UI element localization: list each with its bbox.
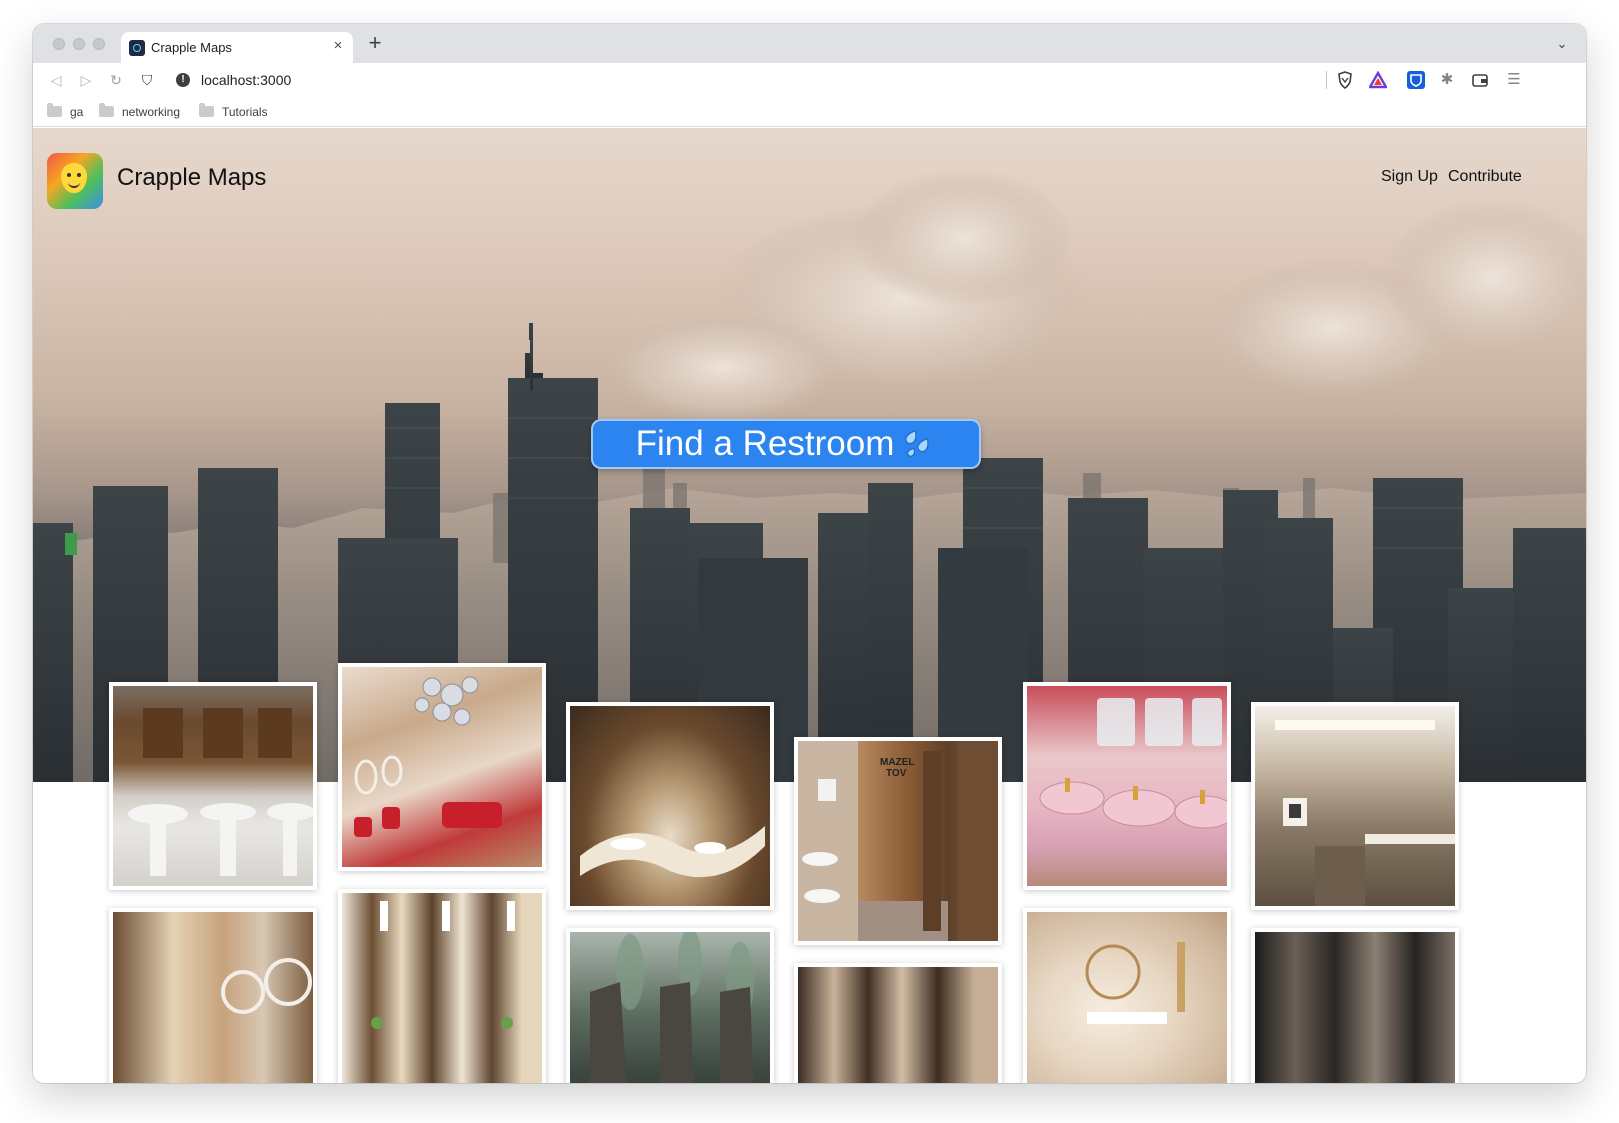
gallery-card[interactable]: MAZEL TOV xyxy=(794,737,1002,945)
restroom-photo-pink-marble-sinks xyxy=(1027,686,1227,886)
folder-icon xyxy=(199,103,214,118)
window-close-button[interactable] xyxy=(53,38,65,50)
back-button[interactable]: ◁ xyxy=(45,69,67,91)
bookmarks-bar: ga networking Tutorials xyxy=(33,97,1586,127)
tab-close-icon[interactable]: × xyxy=(329,37,347,55)
window-maximize-button[interactable] xyxy=(93,38,105,50)
restroom-photo-dark-lit-hall xyxy=(1255,932,1455,1083)
bookmark-folder-networking[interactable]: networking xyxy=(99,103,180,121)
restroom-photo-red-seats-chandelier xyxy=(342,667,542,867)
gallery-card[interactable] xyxy=(109,682,317,890)
bookmark-label: ga xyxy=(70,105,84,119)
restroom-photo-mazel-tov: MAZEL TOV xyxy=(798,741,998,941)
gallery-card[interactable] xyxy=(566,928,774,1083)
web-page: Crapple Maps Sign Up Contribute Find a R… xyxy=(33,128,1586,1083)
url-text[interactable]: localhost:3000 xyxy=(201,72,291,88)
restroom-photo-round-mirror-vanity xyxy=(1027,912,1227,1083)
find-restroom-label: Find a Restroom xyxy=(635,424,895,463)
sweat-droplets-icon xyxy=(902,426,936,460)
site-brand-title[interactable]: Crapple Maps xyxy=(117,164,266,192)
browser-tab-active[interactable]: Crapple Maps × xyxy=(121,32,353,63)
restroom-photo-curved-wood-vanity xyxy=(570,706,770,906)
bitwarden-icon[interactable] xyxy=(1407,71,1425,89)
nav-sign-up-link[interactable]: Sign Up xyxy=(1381,168,1438,186)
restroom-photo-sinks-wood-doors xyxy=(113,686,313,886)
find-restroom-button[interactable]: Find a Restroom xyxy=(591,419,981,469)
gallery-card[interactable] xyxy=(794,963,1002,1083)
mazel-tov-sign: MAZEL TOV xyxy=(880,757,914,779)
tab-title: Crapple Maps xyxy=(151,40,232,55)
gallery-card[interactable] xyxy=(338,889,546,1083)
new-tab-button[interactable]: + xyxy=(363,32,387,56)
bookmark-folder-ga[interactable]: ga xyxy=(47,103,83,121)
wallet-icon[interactable] xyxy=(1471,71,1489,89)
brave-rewards-icon[interactable] xyxy=(1367,70,1389,89)
browser-toolbar: ◁ ▷ ↻ ⛉ ! localhost:3000 ✱ ☰ xyxy=(33,63,1586,97)
nav-contribute-link[interactable]: Contribute xyxy=(1448,168,1522,186)
restroom-photo-leaf-stalls xyxy=(570,932,770,1083)
window-minimize-button[interactable] xyxy=(73,38,85,50)
gallery-card[interactable] xyxy=(338,663,546,871)
smiley-pin-icon xyxy=(61,163,87,193)
address-bar[interactable]: ! localhost:3000 xyxy=(169,67,1327,93)
reload-button[interactable]: ↻ xyxy=(105,69,127,91)
brave-shield-icon[interactable] xyxy=(1336,71,1354,89)
toolbar-divider xyxy=(1326,71,1327,89)
folder-icon xyxy=(47,103,62,118)
bookmark-label: networking xyxy=(122,105,181,119)
crapple-maps-logo[interactable] xyxy=(47,153,103,209)
browser-menu-icon[interactable]: ☰ xyxy=(1505,71,1523,89)
forward-button[interactable]: ▷ xyxy=(75,69,97,91)
site-info-icon[interactable]: ! xyxy=(176,73,190,87)
restroom-photo-dark-stalls xyxy=(798,967,998,1083)
gallery-card[interactable] xyxy=(1251,928,1459,1083)
site-navbar: Crapple Maps Sign Up Contribute xyxy=(33,128,1586,228)
bookmark-page-icon[interactable]: ⛉ xyxy=(136,69,158,91)
gallery-card[interactable] xyxy=(109,908,317,1083)
gallery-card[interactable] xyxy=(1023,908,1231,1083)
extensions-puzzle-icon[interactable]: ✱ xyxy=(1438,71,1456,89)
restroom-photo-modern-beige xyxy=(1255,706,1455,906)
folder-icon xyxy=(99,103,114,118)
gallery-card[interactable] xyxy=(566,702,774,910)
gallery-card[interactable] xyxy=(1023,682,1231,890)
browser-window: Crapple Maps × + ⌄ ◁ ▷ ↻ ⛉ ! localhost:3… xyxy=(33,24,1586,1083)
tab-search-dropdown-icon[interactable]: ⌄ xyxy=(1554,36,1570,52)
react-favicon-icon xyxy=(129,40,145,56)
bookmark-label: Tutorials xyxy=(222,105,268,119)
bookmark-folder-tutorials[interactable]: Tutorials xyxy=(199,103,268,121)
restroom-photo-wood-pillars xyxy=(342,893,542,1083)
gallery-card[interactable] xyxy=(1251,702,1459,910)
tab-strip: Crapple Maps × + ⌄ xyxy=(33,24,1586,63)
restroom-photo-round-mirrors xyxy=(113,912,313,1083)
